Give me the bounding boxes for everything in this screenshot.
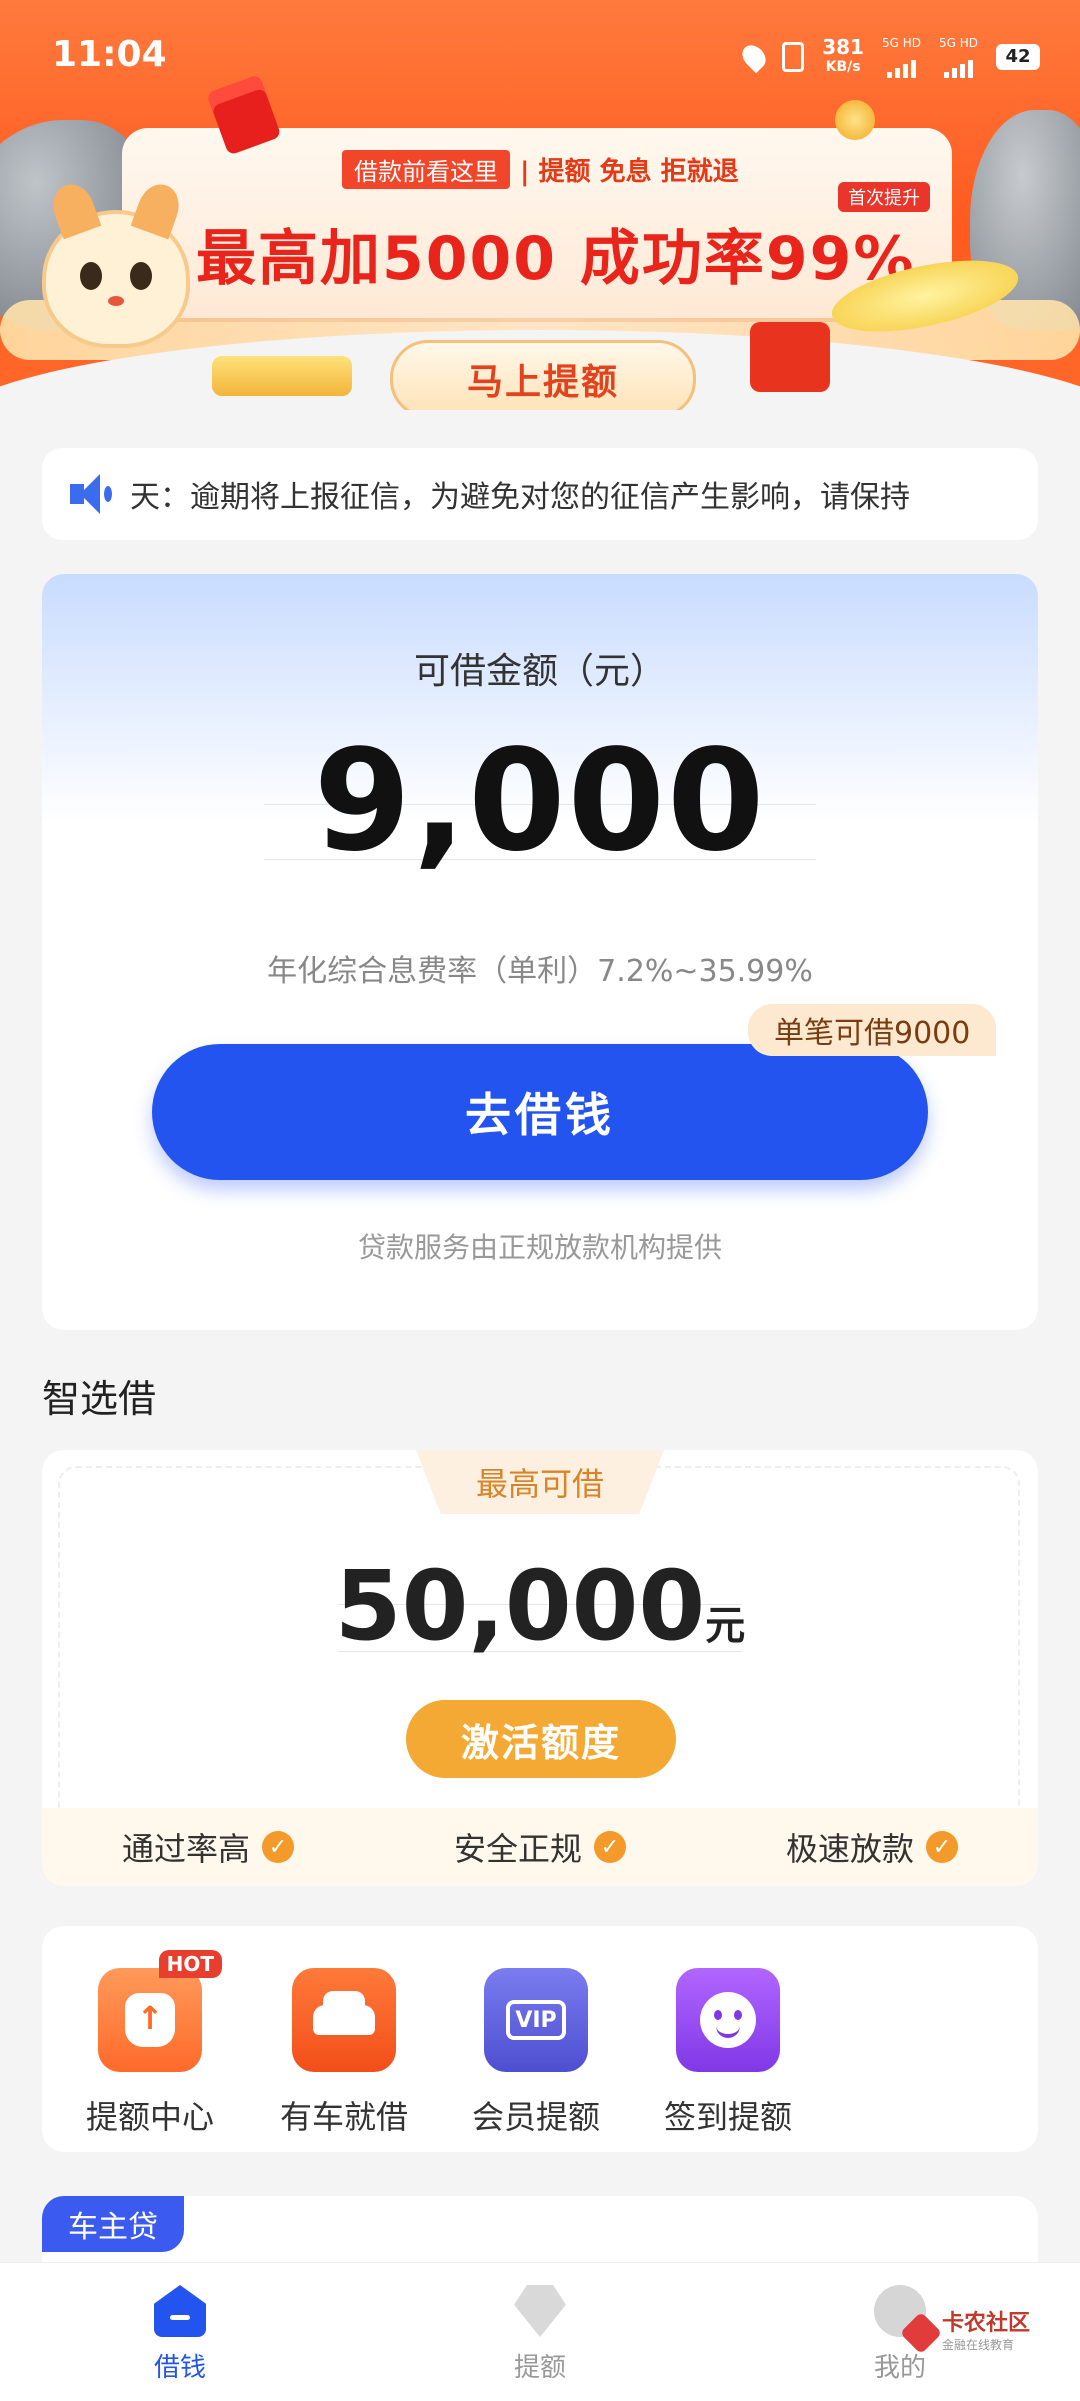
quick-action-checkin[interactable]: 签到提额 <box>638 1968 818 2138</box>
quick-action-car-loan[interactable]: 有车就借 <box>254 1968 434 2138</box>
promo-tag-row: 借款前看这里 | 提额 免息 拒就退 <box>342 150 739 189</box>
nav-label: 提额 <box>513 2353 566 2383</box>
quick-action-label: 有车就借 <box>279 2098 408 2136</box>
notice-text: 天：逾期将上报征信，为避免对您的征信产生影响，请保持 <box>130 480 910 515</box>
available-amount: 9,000 <box>313 720 767 883</box>
vibrate-icon <box>782 42 805 72</box>
signal-bars-icon <box>886 50 916 78</box>
vip-icon: VIP <box>484 1968 588 2072</box>
smart-loan-card[interactable]: 最高可借 50,000元 激活额度 通过率高 ✓ 安全正规 ✓ 极速放款 ✓ <box>42 1450 1038 1886</box>
feature-item: 安全正规 ✓ <box>454 1824 626 1870</box>
annual-rate: 年化综合息费率（单利）7.2%~35.99% <box>267 954 813 989</box>
max-loan-amount: 50,000元 <box>334 1550 746 1662</box>
nav-tab-raise[interactable]: 提额 <box>440 2285 640 2384</box>
car-owner-loan-tag: 车主贷 <box>42 2196 184 2252</box>
nav-label: 借钱 <box>153 2353 206 2383</box>
network-speed: 381 KB/s <box>822 35 864 75</box>
quick-actions-card: HOT 提额中心 有车就借 VIP 会员提额 签到提额 <box>42 1926 1038 2152</box>
nav-tab-borrow[interactable]: 借钱 <box>80 2285 280 2384</box>
feature-row: 通过率高 ✓ 安全正规 ✓ 极速放款 ✓ <box>42 1808 1038 1886</box>
car-icon <box>292 1968 396 2072</box>
hot-badge: HOT <box>158 1950 222 1978</box>
feature-item: 极速放款 ✓ <box>786 1824 958 1870</box>
check-icon: ✓ <box>926 1831 958 1863</box>
quick-action-label: 会员提额 <box>471 2098 600 2136</box>
status-icons: 381 KB/s 5G HD 5G HD 42 <box>737 35 1040 78</box>
promo-card[interactable]: 借款前看这里 | 提额 免息 拒就退 首次提升 最高加5000 成功率99% <box>122 128 952 318</box>
gift-box-icon <box>750 322 830 392</box>
battery-icon: 42 <box>996 44 1040 70</box>
watermark-logo-icon <box>899 2311 943 2354</box>
promo-tag-suffix: | 提额 免息 拒就退 <box>520 157 739 187</box>
location-icon <box>737 40 771 74</box>
signal-bars-icon <box>943 50 973 78</box>
section-title-smart: 智选借 <box>42 1377 157 1421</box>
status-time: 11:04 <box>52 34 167 75</box>
cat-mascot-icon <box>42 178 190 348</box>
quick-action-label: 签到提额 <box>663 2098 792 2136</box>
borrow-card: 可借金额（元） 9,000 年化综合息费率（单利）7.2%~35.99% 单笔可… <box>42 574 1038 1330</box>
signal-1: 5G HD <box>882 36 921 78</box>
coin-stack-icon <box>212 356 352 396</box>
borrow-button[interactable]: 去借钱 <box>152 1044 928 1180</box>
activate-limit-button[interactable]: 激活额度 <box>406 1700 676 1778</box>
feature-item: 通过率高 ✓ <box>122 1824 294 1870</box>
check-icon: ✓ <box>262 1831 294 1863</box>
money-bag-icon: HOT <box>98 1950 222 2072</box>
max-loan-tab: 最高可借 <box>416 1450 664 1514</box>
promo-headline: 最高加5000 成功率99% <box>196 224 916 294</box>
diamond-icon <box>514 2285 566 2337</box>
status-bar: 11:04 381 KB/s 5G HD 5G HD 42 <box>0 0 1080 110</box>
check-icon: ✓ <box>594 1831 626 1863</box>
single-limit-tag: 单笔可借9000 <box>748 1004 997 1056</box>
speaker-icon <box>70 474 118 514</box>
quick-action-raise-center[interactable]: HOT 提额中心 <box>60 1950 240 2138</box>
raise-limit-button[interactable]: 马上提额 <box>390 340 696 410</box>
service-note: 贷款服务由正规放款机构提供 <box>357 1231 722 1264</box>
home-icon <box>154 2285 206 2337</box>
first-boost-badge: 首次提升 <box>838 182 930 212</box>
quick-action-vip[interactable]: VIP 会员提额 <box>446 1968 626 2138</box>
watermark: 卡农社区 金融在线教育 <box>899 2311 1030 2354</box>
notice-bar[interactable]: 天：逾期将上报征信，为避免对您的征信产生影响，请保持 <box>42 448 1038 540</box>
promo-tag: 借款前看这里 <box>342 150 510 189</box>
quick-action-label: 提额中心 <box>85 2098 214 2136</box>
available-amount-label: 可借金额（元） <box>413 651 666 692</box>
smile-icon <box>676 1968 780 2072</box>
signal-2: 5G HD <box>939 36 978 78</box>
